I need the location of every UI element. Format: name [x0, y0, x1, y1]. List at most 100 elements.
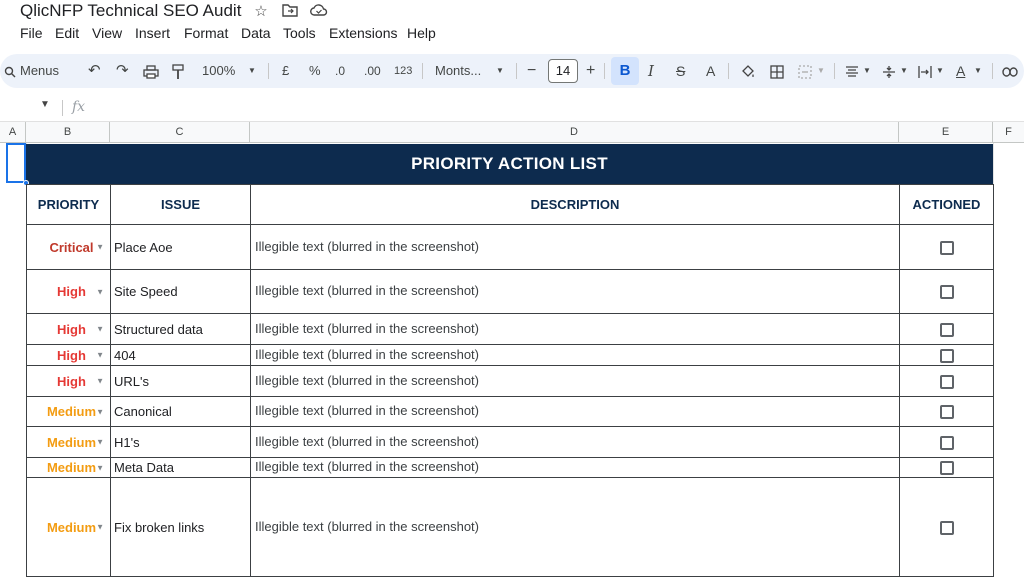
column-header-c[interactable]: C — [110, 122, 250, 143]
more-formats-button[interactable]: 123 — [394, 54, 412, 88]
menu-format[interactable]: Format — [184, 25, 228, 41]
header-actioned[interactable]: ACTIONED — [899, 184, 994, 225]
issue-cell[interactable]: Structured data — [110, 313, 251, 345]
redo-icon[interactable]: ↷ — [116, 54, 129, 88]
priority-chevron-down-icon[interactable]: ▼ — [96, 351, 104, 360]
priority-chevron-down-icon[interactable]: ▼ — [96, 243, 104, 252]
formula-input[interactable] — [96, 100, 996, 118]
priority-cell[interactable]: High ▼ — [26, 344, 111, 366]
text-color-button[interactable]: A — [706, 54, 715, 88]
column-header-e[interactable]: E — [899, 122, 993, 143]
print-icon[interactable] — [143, 54, 159, 88]
description-cell[interactable]: Illegible text (blurred in the screensho… — [250, 426, 900, 458]
priority-action-list-banner[interactable]: PRIORITY ACTION LIST — [26, 144, 993, 184]
issue-cell[interactable]: Meta Data — [110, 457, 251, 478]
priority-chevron-down-icon[interactable]: ▼ — [96, 438, 104, 447]
priority-cell[interactable]: High ▼ — [26, 365, 111, 397]
name-box-chevron-down-icon[interactable]: ▼ — [40, 99, 50, 110]
actioned-checkbox[interactable] — [939, 374, 954, 389]
actioned-checkbox[interactable] — [939, 240, 954, 255]
zoom-select[interactable]: 100% — [202, 54, 235, 88]
header-description[interactable]: DESCRIPTION — [250, 184, 900, 225]
zoom-chevron-down-icon[interactable]: ▼ — [248, 54, 256, 88]
folder-move-icon[interactable] — [281, 3, 299, 21]
actioned-checkbox[interactable] — [939, 435, 954, 450]
priority-cell[interactable]: High ▼ — [26, 313, 111, 345]
actioned-checkbox[interactable] — [939, 520, 954, 535]
actioned-checkbox[interactable] — [939, 405, 954, 420]
actioned-checkbox[interactable] — [939, 348, 954, 363]
menu-view[interactable]: View — [92, 25, 122, 41]
cloud-status-icon[interactable] — [310, 3, 328, 21]
description-cell[interactable]: Illegible text (blurred in the screensho… — [250, 477, 900, 577]
priority-chevron-down-icon[interactable]: ▼ — [96, 377, 104, 386]
description-cell[interactable]: Illegible text (blurred in the screensho… — [250, 269, 900, 314]
column-header-a[interactable]: A — [0, 122, 26, 143]
bold-button[interactable]: B — [611, 57, 639, 85]
priority-chevron-down-icon[interactable]: ▼ — [96, 463, 104, 472]
rotation-chevron-down-icon[interactable]: ▼ — [974, 54, 982, 88]
insert-link-icon[interactable] — [1002, 54, 1018, 88]
percent-format-button[interactable]: % — [309, 54, 321, 88]
merge-chevron-down-icon[interactable]: ▼ — [817, 54, 825, 88]
actioned-checkbox[interactable] — [939, 322, 954, 337]
priority-chevron-down-icon[interactable]: ▼ — [96, 523, 104, 532]
borders-icon[interactable] — [770, 54, 784, 88]
menu-insert[interactable]: Insert — [135, 25, 170, 41]
increase-font-size-icon[interactable]: + — [586, 54, 595, 88]
description-cell[interactable]: Illegible text (blurred in the screensho… — [250, 396, 900, 427]
merge-cells-icon[interactable] — [798, 54, 812, 88]
issue-cell[interactable]: Fix broken links — [110, 477, 251, 577]
align-chevron-down-icon[interactable]: ▼ — [863, 54, 871, 88]
search-menus-button[interactable]: Menus — [20, 54, 59, 88]
issue-cell[interactable]: 404 — [110, 344, 251, 366]
strikethrough-button[interactable]: S — [676, 54, 685, 88]
star-icon[interactable]: ☆ — [252, 3, 270, 21]
priority-cell[interactable]: Critical ▼ — [26, 224, 111, 270]
header-issue[interactable]: ISSUE — [110, 184, 251, 225]
text-wrapping-icon[interactable] — [918, 54, 932, 88]
priority-cell[interactable]: Medium ▼ — [26, 477, 111, 577]
valign-chevron-down-icon[interactable]: ▼ — [900, 54, 908, 88]
font-chevron-down-icon[interactable]: ▼ — [496, 54, 504, 88]
sheet-grid[interactable]: PRIORITY ACTION LIST PRIORITY ISSUE DESC… — [0, 143, 1024, 577]
decrease-font-size-icon[interactable]: − — [527, 54, 536, 88]
description-cell[interactable]: Illegible text (blurred in the screensho… — [250, 224, 900, 270]
actioned-checkbox[interactable] — [939, 285, 954, 300]
priority-chevron-down-icon[interactable]: ▼ — [96, 287, 104, 296]
vertical-align-icon[interactable] — [882, 54, 896, 88]
description-cell[interactable]: Illegible text (blurred in the screensho… — [250, 457, 900, 478]
issue-cell[interactable]: H1's — [110, 426, 251, 458]
issue-cell[interactable]: Canonical — [110, 396, 251, 427]
italic-button[interactable]: I — [648, 54, 654, 88]
menu-help[interactable]: Help — [407, 25, 436, 41]
priority-chevron-down-icon[interactable]: ▼ — [96, 325, 104, 334]
increase-decimal-button[interactable]: .00 — [364, 54, 381, 88]
issue-cell[interactable]: URL's — [110, 365, 251, 397]
horizontal-align-icon[interactable] — [845, 54, 859, 88]
active-cell-selection[interactable] — [6, 143, 26, 183]
font-select[interactable]: Monts... — [435, 54, 481, 88]
menu-data[interactable]: Data — [241, 25, 271, 41]
description-cell[interactable]: Illegible text (blurred in the screensho… — [250, 365, 900, 397]
priority-cell[interactable]: Medium ▼ — [26, 426, 111, 458]
priority-cell[interactable]: Medium ▼ — [26, 457, 111, 478]
menu-file[interactable]: File — [20, 25, 43, 41]
fill-color-icon[interactable] — [740, 54, 756, 88]
issue-cell[interactable]: Place Aoe — [110, 224, 251, 270]
column-header-f[interactable]: F — [993, 122, 1024, 143]
column-header-d[interactable]: D — [250, 122, 899, 143]
font-size-input[interactable]: 14 — [548, 59, 578, 83]
currency-format-button[interactable]: £ — [282, 54, 289, 88]
document-title[interactable]: QlicNFP Technical SEO Audit — [20, 1, 241, 21]
menu-extensions[interactable]: Extensions — [329, 25, 397, 41]
menu-edit[interactable]: Edit — [55, 25, 79, 41]
wrap-chevron-down-icon[interactable]: ▼ — [936, 54, 944, 88]
text-rotation-icon[interactable]: A — [956, 54, 965, 88]
actioned-checkbox[interactable] — [939, 461, 954, 476]
menu-tools[interactable]: Tools — [283, 25, 316, 41]
description-cell[interactable]: Illegible text (blurred in the screensho… — [250, 344, 900, 366]
column-header-b[interactable]: B — [26, 122, 110, 143]
undo-icon[interactable]: ↶ — [88, 54, 101, 88]
description-cell[interactable]: Illegible text (blurred in the screensho… — [250, 313, 900, 345]
